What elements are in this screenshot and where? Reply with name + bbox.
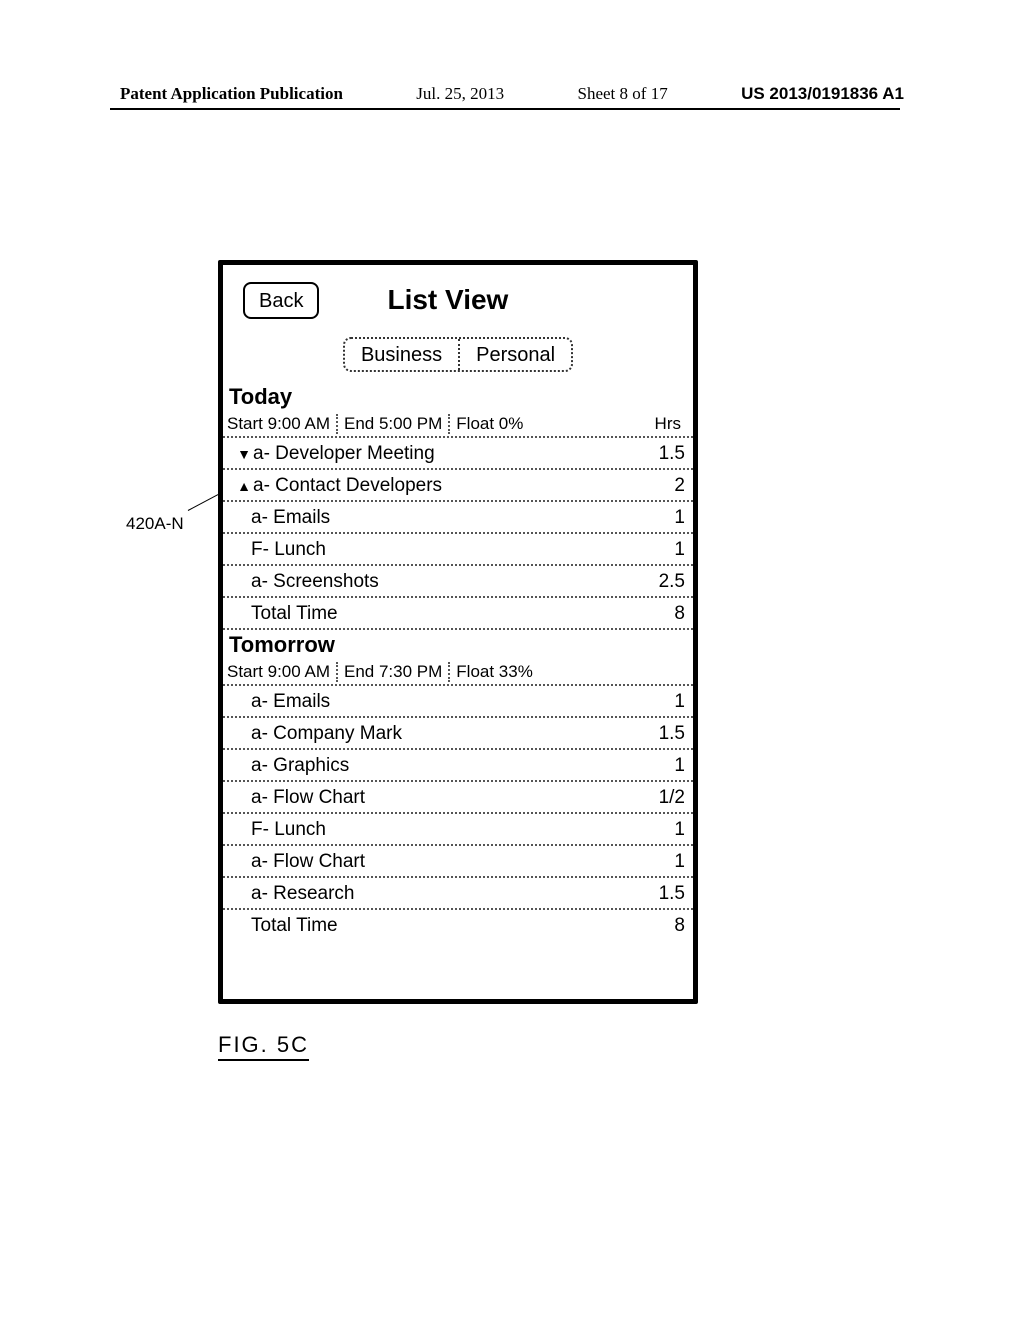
tomorrow-float: Float 33% [448,662,539,682]
list-item-label: a- Emails [237,506,649,530]
list-item-label: a- Flow Chart [237,850,649,874]
tab-business[interactable]: Business [345,339,458,370]
list-item-label: Total Time [237,602,649,626]
publication-label: Patent Application Publication [120,84,343,103]
list-item-hours: 1 [649,538,685,562]
list-item-hours: 1 [649,850,685,874]
list-item-hours: 1.5 [649,442,685,466]
list-item-hours: 1.5 [649,882,685,906]
list-item[interactable]: a- Emails 1 [223,686,693,718]
list-item-hours: 8 [649,914,685,938]
list-item-hours: 1 [649,506,685,530]
list-item-label: F- Lunch [237,818,649,842]
chevron-up-icon: ▲ [237,474,251,498]
list-item-label: a- Contact Developers [251,474,649,498]
back-button[interactable]: Back [243,282,319,319]
today-stats-row: Start 9:00 AM End 5:00 PM Float 0% Hrs [223,410,693,438]
list-item-hours: 1.5 [649,722,685,746]
today-float: Float 0% [448,414,529,434]
sheet-label: Sheet 8 of 17 [578,84,668,104]
list-item-hours: 1/2 [649,786,685,810]
list-item[interactable]: a- Research 1.5 [223,878,693,910]
today-start: Start 9:00 AM [227,414,336,434]
list-item-hours: 1 [649,690,685,714]
list-item-hours: 2 [649,474,685,498]
list-item-label: a- Emails [237,690,649,714]
top-bar: Back List View [223,269,693,331]
figure-label: FIG. 5C [218,1032,309,1061]
list-item[interactable]: a- Emails 1 [223,502,693,534]
list-item-hours: 2.5 [649,570,685,594]
callout-leader [188,494,218,511]
device-frame: Back List View Business Personal Today S… [218,260,698,1004]
list-item-hours: 8 [649,602,685,626]
list-item-hours: 1 [649,818,685,842]
segmented-control: Business Personal [343,337,573,372]
publication-date: Jul. 25, 2013 [416,84,504,104]
tomorrow-end: End 7:30 PM [336,662,448,682]
header-rule [110,108,900,110]
list-item-label: a- Screenshots [237,570,649,594]
list-item-label: a- Flow Chart [237,786,649,810]
page-header: Patent Application Publication Jul. 25, … [0,84,1024,104]
list-item[interactable]: a- Graphics 1 [223,750,693,782]
list-item[interactable]: a- Screenshots 2.5 [223,566,693,598]
tomorrow-start: Start 9:00 AM [227,662,336,682]
list-item-label: a- Graphics [237,754,649,778]
list-item-label: a- Research [237,882,649,906]
list-item[interactable]: ▼ a- Developer Meeting 1.5 [223,438,693,470]
list-item[interactable]: ▲ a- Contact Developers 2 [223,470,693,502]
section-heading-today: Today [223,384,693,410]
list-item[interactable]: F- Lunch 1 [223,534,693,566]
list-item-label: Total Time [237,914,649,938]
chevron-down-icon: ▼ [237,442,251,466]
list-item-hours: 1 [649,754,685,778]
total-time-row: Total Time 8 [223,598,693,630]
tab-personal[interactable]: Personal [458,339,571,370]
list-item[interactable]: a- Flow Chart 1 [223,846,693,878]
page-title: List View [387,284,508,316]
publication-number: US 2013/0191836 A1 [741,84,904,103]
tomorrow-stats-row: Start 9:00 AM End 7:30 PM Float 33% [223,658,693,686]
list-item[interactable]: a- Company Mark 1.5 [223,718,693,750]
list-item-label: F- Lunch [237,538,649,562]
list-item-label: a- Developer Meeting [251,442,649,466]
list-item-label: a- Company Mark [237,722,649,746]
today-end: End 5:00 PM [336,414,448,434]
hrs-column-header: Hrs [655,414,693,434]
total-time-row: Total Time 8 [223,910,693,940]
callout-420a-n: 420A-N [126,514,184,534]
list-item[interactable]: F- Lunch 1 [223,814,693,846]
list-item[interactable]: a- Flow Chart 1/2 [223,782,693,814]
section-heading-tomorrow: Tomorrow [223,632,693,658]
segmented-control-row: Business Personal [223,331,693,382]
